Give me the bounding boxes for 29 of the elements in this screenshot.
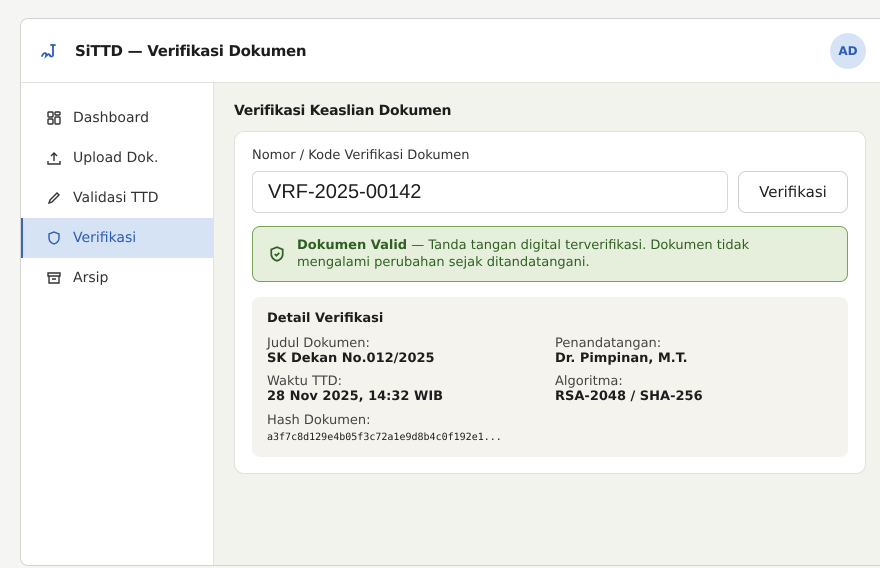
detail-value: Dr. Pimpinan, M.T. [555,351,689,366]
shield-icon [47,231,61,245]
detail-label: Algoritma: [555,374,624,389]
app-title: SiTTD — Verifikasi Dokumen [75,42,306,60]
code-input-field[interactable]: VRF-2025-00142 [252,171,728,213]
field-label: Nomor / Kode Verifikasi Dokumen [252,148,471,163]
detail-label: Waktu TTD: [267,374,344,389]
hash-label: Hash Dokumen: [267,413,372,428]
detail-label: Judul Dokumen: [267,336,371,351]
sidebar-item[interactable]: Dashboard [21,98,213,138]
sidebar-item[interactable]: Upload Dok. [21,138,213,178]
sidebar-item[interactable]: Validasi TTD [21,178,213,218]
sidebar-item[interactable]: Arsip [21,258,213,298]
detail-label: Penandatangan: [555,336,662,351]
upload-icon [47,151,61,165]
grid-icon [47,111,61,125]
detail-value: SK Dekan No.012/2025 [267,351,436,366]
verify-button[interactable]: Verifikasi [738,171,848,213]
alert-message: Dokumen Valid — Tanda tangan digital terverifikasi. Dokumen tidak mengalami perubahan sejak ditandatangani. [297,237,750,271]
sidebar-item[interactable]: Verifikasi [21,218,213,258]
detail-value: RSA-2048 / SHA-256 [555,389,704,404]
archive-icon [47,271,61,285]
user-avatar[interactable]: AD [830,32,866,68]
pencil-icon [47,191,61,205]
page-heading: Verifikasi Keaslian Dokumen [234,103,452,119]
detail-value: 28 Nov 2025, 14:32 WIB [267,389,444,404]
shield-check-icon [269,246,285,262]
detail-title: Detail Verifikasi [267,311,384,326]
hash-value: a3f7c8d129e4b05f3c72a1e9d8b4c0f192e1... [267,432,503,443]
